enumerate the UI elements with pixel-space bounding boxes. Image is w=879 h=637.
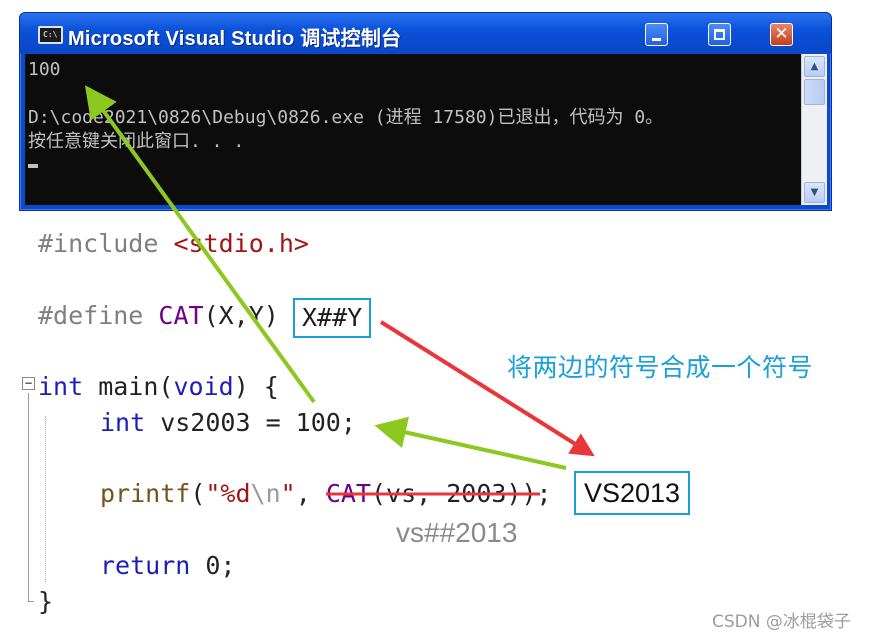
close-button[interactable]: ✕ [770, 23, 793, 46]
console-cursor-line [28, 154, 801, 178]
code-line-var: int vs2003 = 100; [100, 407, 356, 439]
preprocessor-directive: #define [38, 301, 159, 330]
maximize-icon [714, 29, 725, 40]
concat-label: vs##2013 [396, 517, 518, 548]
code-line-main: int main(void) { [38, 371, 279, 403]
annotation-note: 将两边的符号合成一个符号 [507, 353, 814, 382]
code-text: vs2003 = 100; [145, 408, 356, 437]
console-line: 按任意键关闭此窗口. . . [28, 131, 245, 152]
scroll-down-button[interactable]: ▼ [804, 182, 825, 203]
escape-sequence: \n [250, 479, 281, 508]
code-text: ) { [233, 372, 279, 401]
console-output: 100 D:\code2021\0826\Debug\0826.exe (进程 1… [25, 54, 801, 205]
console-line: D:\code2021\0826\Debug\0826.exe (进程 1758… [28, 107, 664, 128]
code-text: main( [83, 372, 174, 401]
macro-call: CAT [325, 479, 371, 508]
macro-body-box: X##Y [293, 298, 371, 338]
minimize-button[interactable] [645, 23, 668, 46]
code-line-include: #include <stdio.h> [38, 228, 309, 260]
keyword: void [173, 372, 234, 401]
fold-guide-end [28, 601, 34, 602]
code-line-close: } [38, 587, 54, 616]
fold-guide [28, 393, 29, 601]
console-title: Microsoft Visual Studio 调试控制台 [68, 28, 402, 50]
console-window: C:\ Microsoft Visual Studio 调试控制台 ✕ 100 D… [19, 12, 832, 211]
minimize-icon [652, 38, 661, 41]
code-text: ( [190, 479, 206, 508]
fold-toggle-icon[interactable]: − [22, 377, 35, 390]
code-line-printf: printf("%d\n", CAT(vs, 2003)); [100, 478, 567, 510]
watermark: CSDN @冰棍袋子 [712, 612, 851, 632]
console-titlebar[interactable]: C:\ Microsoft Visual Studio 调试控制台 ✕ [20, 13, 831, 53]
scroll-thumb[interactable] [804, 79, 825, 105]
console-scrollbar[interactable]: ▲ ▼ [801, 54, 827, 205]
macro-name: CAT [158, 301, 204, 330]
maximize-button[interactable] [708, 23, 731, 46]
keyword: int [38, 372, 84, 401]
green-arrow-var [374, 416, 567, 470]
console-app-icon: C:\ [38, 26, 63, 44]
code-line-return: return 0; [100, 550, 235, 582]
scroll-up-button[interactable]: ▲ [804, 56, 825, 77]
code-line-define: #define CAT(X,Y) [38, 300, 294, 332]
code-text: ); [521, 479, 567, 508]
red-arrow [379, 320, 595, 457]
macro-args: (vs, 2003) [370, 479, 522, 508]
indent-guide [45, 416, 46, 582]
string-literal: " [280, 479, 296, 508]
code-text: 0; [190, 551, 236, 580]
keyword: return [100, 551, 191, 580]
macro-params: (X,Y) [203, 301, 294, 330]
console-line: 100 [28, 59, 61, 80]
function-name: printf [100, 479, 191, 508]
text-cursor [28, 164, 38, 168]
result-box: VS2013 [574, 471, 690, 515]
keyword: int [100, 408, 146, 437]
close-icon: ✕ [774, 24, 789, 44]
preprocessor-directive: #include [38, 229, 174, 258]
code-text: , [295, 479, 326, 508]
string-literal: "%d [205, 479, 251, 508]
include-header: <stdio.h> [173, 229, 309, 258]
